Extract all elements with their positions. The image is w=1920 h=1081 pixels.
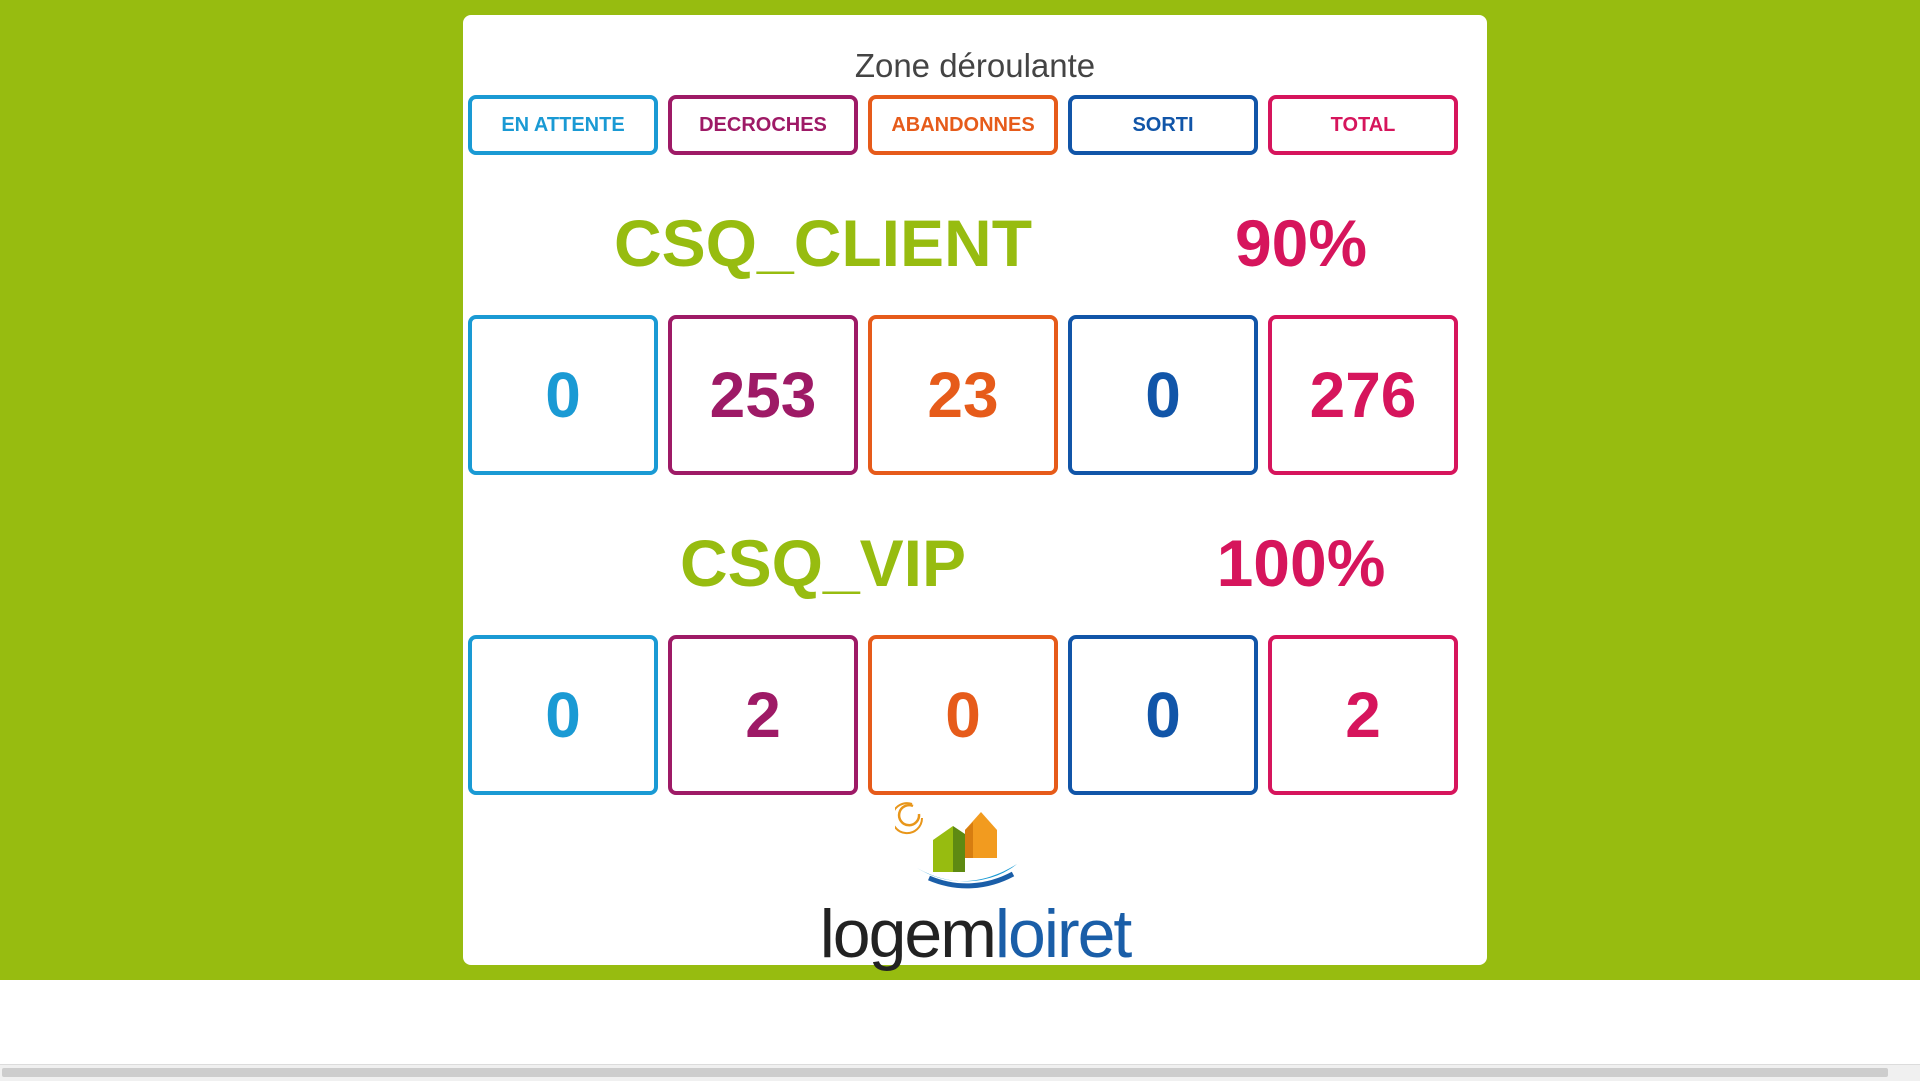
queue-percent: 100% bbox=[1216, 526, 1386, 600]
header-sorti[interactable]: SORTI bbox=[1068, 95, 1258, 155]
logo-text-logem: logem bbox=[819, 896, 997, 972]
header-total[interactable]: TOTAL bbox=[1268, 95, 1458, 155]
queue-stats-row: 0 253 23 0 276 bbox=[468, 315, 1468, 475]
scrollbar-thumb[interactable] bbox=[2, 1068, 1888, 1077]
stat-decroches: 2 bbox=[668, 635, 858, 795]
stat-total: 276 bbox=[1268, 315, 1458, 475]
logo-text-loiret: loiret bbox=[994, 896, 1132, 972]
logo-graphic-icon bbox=[895, 802, 1017, 889]
stat-abandonnes: 23 bbox=[868, 315, 1058, 475]
queue-stats-row: 0 2 0 0 2 bbox=[468, 635, 1468, 795]
header-row: EN ATTENTE DECROCHES ABANDONNES SORTI TO… bbox=[468, 95, 1468, 155]
scrolling-zone-panel: Zone déroulante EN ATTENTE DECROCHES ABA… bbox=[463, 15, 1487, 972]
horizontal-scrollbar[interactable] bbox=[0, 1064, 1920, 1081]
stat-total: 2 bbox=[1268, 635, 1458, 795]
queue-name: CSQ_VIP bbox=[679, 526, 967, 600]
queue-name: CSQ_CLIENT bbox=[613, 206, 1033, 280]
stat-decroches: 253 bbox=[668, 315, 858, 475]
header-abandonnes[interactable]: ABANDONNES bbox=[868, 95, 1058, 155]
header-decroches[interactable]: DECROCHES bbox=[668, 95, 858, 155]
logo-wordmark: logemloiret bbox=[463, 895, 1487, 973]
stat-en-attente: 0 bbox=[468, 315, 658, 475]
header-en-attente[interactable]: EN ATTENTE bbox=[468, 95, 658, 155]
queue-percent: 90% bbox=[1234, 206, 1368, 280]
stat-sorti: 0 bbox=[1068, 635, 1258, 795]
stat-sorti: 0 bbox=[1068, 315, 1258, 475]
stat-abandonnes: 0 bbox=[868, 635, 1058, 795]
logo: logemloiret bbox=[463, 802, 1487, 972]
stat-en-attente: 0 bbox=[468, 635, 658, 795]
zone-title: Zone déroulante bbox=[854, 47, 1096, 84]
